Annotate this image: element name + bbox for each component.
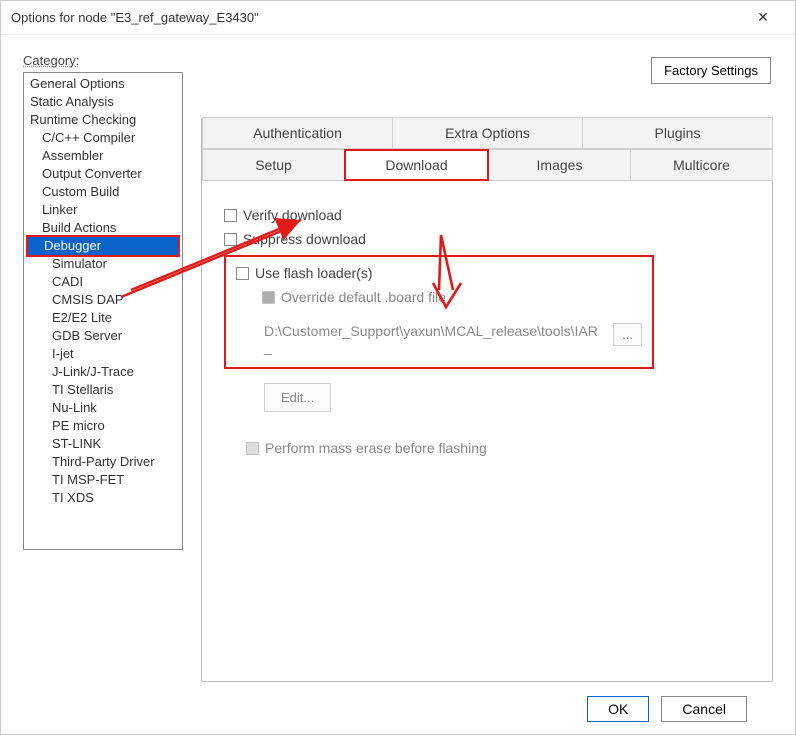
category-item-ti-stellaris[interactable]: TI Stellaris [26, 381, 180, 399]
category-item-linker[interactable]: Linker [26, 201, 180, 219]
body: Category: General OptionsStatic Analysis… [1, 35, 795, 734]
use-flash-loader-block: Use flash loader(s) Override default .bo… [224, 255, 654, 369]
checkbox-icon [246, 442, 259, 455]
mass-erase-row: Perform mass erase before flashing [246, 440, 750, 456]
checkbox-icon [262, 291, 275, 304]
category-item-c-c-compiler[interactable]: C/C++ Compiler [26, 129, 180, 147]
category-item-gdb-server[interactable]: GDB Server [26, 327, 180, 345]
verify-download-row[interactable]: Verify download [224, 207, 750, 223]
category-item-output-converter[interactable]: Output Converter [26, 165, 180, 183]
category-item-nu-link[interactable]: Nu-Link [26, 399, 180, 417]
category-item-simulator[interactable]: Simulator [26, 255, 180, 273]
edit-button: Edit... [264, 383, 331, 412]
browse-button: ... [613, 323, 642, 346]
category-item-cmsis-dap[interactable]: CMSIS DAP [26, 291, 180, 309]
category-item-custom-build[interactable]: Custom Build [26, 183, 180, 201]
category-item-j-link-j-trace[interactable]: J-Link/J-Trace [26, 363, 180, 381]
options-dialog: Options for node "E3_ref_gateway_E3430" … [0, 0, 796, 735]
category-item-e2-e2-lite[interactable]: E2/E2 Lite [26, 309, 180, 327]
category-item-ti-xds[interactable]: TI XDS [26, 489, 180, 507]
options-panel: AuthenticationExtra OptionsPlugins Setup… [201, 118, 773, 682]
checkbox-icon [236, 267, 249, 280]
category-item-i-jet[interactable]: I-jet [26, 345, 180, 363]
factory-settings-button[interactable]: Factory Settings [651, 57, 771, 84]
use-flash-loader-row[interactable]: Use flash loader(s) [236, 265, 642, 281]
override-board-file-row: Override default .board file [262, 289, 642, 305]
window-title: Options for node "E3_ref_gateway_E3430" [11, 10, 259, 25]
close-icon[interactable]: ✕ [741, 4, 785, 32]
tab-download[interactable]: Download [344, 149, 489, 181]
checkbox-icon [224, 209, 237, 222]
category-list[interactable]: General OptionsStatic AnalysisRuntime Ch… [23, 72, 183, 550]
checkbox-icon [224, 233, 237, 246]
ok-button[interactable]: OK [587, 696, 649, 722]
category-item-third-party-driver[interactable]: Third-Party Driver [26, 453, 180, 471]
category-item-general-options[interactable]: General Options [26, 75, 180, 93]
override-board-file-label: Override default .board file [281, 289, 446, 305]
suppress-download-row[interactable]: Suppress download [224, 231, 750, 247]
cancel-button[interactable]: Cancel [661, 696, 747, 722]
suppress-download-label: Suppress download [243, 231, 366, 247]
verify-download-label: Verify download [243, 207, 342, 223]
footer: OK Cancel [23, 692, 773, 722]
board-file-path: D:\Customer_Support\yaxun\MCAL_release\t… [264, 323, 603, 355]
mass-erase-label: Perform mass erase before flashing [265, 440, 487, 456]
category-item-assembler[interactable]: Assembler [26, 147, 180, 165]
category-item-cadi[interactable]: CADI [26, 273, 180, 291]
titlebar: Options for node "E3_ref_gateway_E3430" … [1, 1, 795, 35]
category-item-ti-msp-fet[interactable]: TI MSP-FET [26, 471, 180, 489]
category-label: Category: [23, 53, 183, 68]
category-item-static-analysis[interactable]: Static Analysis [26, 93, 180, 111]
use-flash-loader-label: Use flash loader(s) [255, 265, 373, 281]
category-item-st-link[interactable]: ST-LINK [26, 435, 180, 453]
category-item-debugger[interactable]: Debugger [26, 235, 180, 257]
category-item-pe-micro[interactable]: PE micro [26, 417, 180, 435]
category-item-runtime-checking[interactable]: Runtime Checking [26, 111, 180, 129]
